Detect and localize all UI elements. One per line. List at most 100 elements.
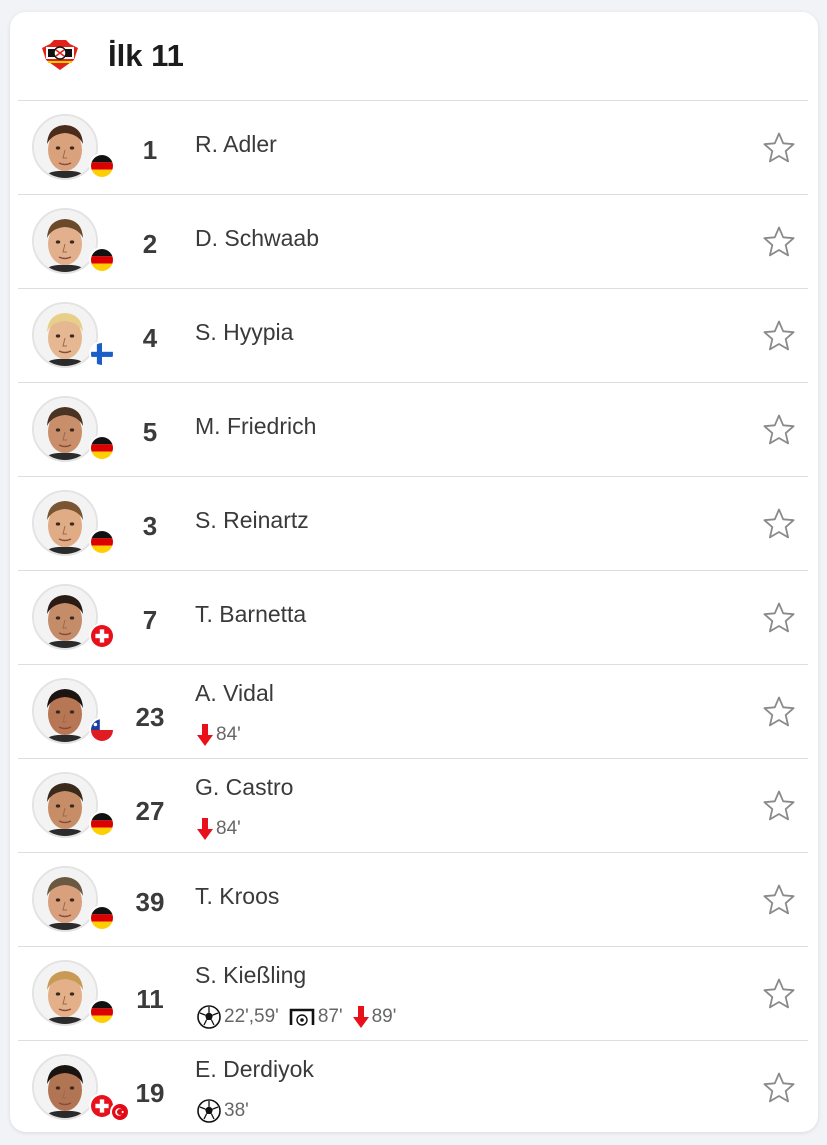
goal-ball-icon: [197, 1099, 221, 1123]
event-time: 84': [216, 724, 241, 745]
player-row[interactable]: 27 G. Castro 84': [18, 759, 808, 853]
player-photo: [32, 208, 115, 274]
favorite-star-icon[interactable]: [762, 601, 796, 635]
player-face-photo: [34, 962, 96, 1024]
favorite-star-icon[interactable]: [762, 413, 796, 447]
shirt-number: 2: [142, 229, 158, 259]
match-events: 38': [197, 1099, 255, 1123]
germany-flag-icon: [89, 811, 115, 837]
player-name[interactable]: S. Kießling: [195, 962, 306, 989]
lineup-header: İlk 11: [10, 12, 818, 100]
shirt-number: 23: [135, 702, 165, 732]
favorite-star-icon[interactable]: [762, 789, 796, 823]
match-events: 22',59' 87' 89': [197, 1005, 402, 1029]
event-time: 84': [216, 818, 241, 839]
favorite-star-icon[interactable]: [762, 977, 796, 1011]
event-time: 87': [317, 1006, 343, 1027]
player-face-photo: [34, 492, 96, 554]
player-name[interactable]: R. Adler: [195, 131, 277, 158]
shirt-number: 39: [135, 887, 165, 917]
player-row[interactable]: 1 R. Adler: [18, 101, 808, 195]
player-name[interactable]: M. Friedrich: [195, 413, 316, 440]
page-title: İlk 11: [108, 38, 184, 73]
finland-flag-icon: [89, 341, 115, 367]
goal-ball-icon: [197, 1005, 221, 1029]
match-event: 87': [289, 1006, 343, 1028]
player-photo: [32, 678, 115, 744]
favorite-star-icon[interactable]: [762, 695, 796, 729]
player-face-photo: [34, 680, 96, 742]
player-photo: [32, 490, 115, 556]
player-photo: [32, 302, 115, 368]
player-name[interactable]: E. Derdiyok: [195, 1056, 314, 1083]
shirt-number: 7: [142, 605, 158, 635]
player-row[interactable]: 2 D. Schwaab: [18, 195, 808, 289]
event-time: 38': [224, 1100, 249, 1121]
player-name[interactable]: T. Kroos: [195, 883, 279, 910]
shirt-number: 5: [142, 417, 158, 447]
shirt-number: 3: [142, 511, 158, 541]
player-face-photo: [34, 868, 96, 930]
player-row[interactable]: 11 S. Kießling 22',59' 87' 89': [18, 947, 808, 1041]
germany-flag-icon: [89, 435, 115, 461]
germany-flag-icon: [89, 905, 115, 931]
player-row[interactable]: 19 E. Derdiyok 38': [18, 1041, 808, 1132]
player-photo: [32, 396, 115, 462]
favorite-star-icon[interactable]: [762, 507, 796, 541]
player-name[interactable]: D. Schwaab: [195, 225, 319, 252]
player-row[interactable]: 7 T. Barnetta: [18, 571, 808, 665]
missed-penalty-goal-icon: [289, 1007, 315, 1027]
player-face-photo: [34, 304, 96, 366]
player-photo: [32, 584, 115, 650]
player-photo: [32, 772, 115, 838]
favorite-star-icon[interactable]: [762, 131, 796, 165]
match-event: 38': [197, 1099, 249, 1123]
chile-flag-icon: [89, 717, 115, 743]
player-name[interactable]: S. Hyypia: [195, 319, 293, 346]
player-row[interactable]: 4 S. Hyypia: [18, 289, 808, 383]
favorite-star-icon[interactable]: [762, 883, 796, 917]
germany-flag-icon: [89, 153, 115, 179]
germany-flag-icon: [89, 529, 115, 555]
player-row[interactable]: 5 M. Friedrich: [18, 383, 808, 477]
shirt-number: 1: [142, 135, 158, 165]
match-events: 84': [197, 817, 247, 841]
player-photo: [32, 866, 115, 932]
favorite-star-icon[interactable]: [762, 319, 796, 353]
event-time: 89': [371, 1006, 397, 1027]
match-event: 89': [352, 1005, 397, 1029]
favorite-star-icon[interactable]: [762, 225, 796, 259]
shirt-number: 4: [142, 323, 158, 353]
player-photo: [32, 960, 115, 1026]
player-photo: [32, 1054, 130, 1122]
match-events: 84': [197, 723, 247, 747]
lineup-card: İlk 11 1 R. Adler 2 D. Schwaab 4 S. Hyyp…: [10, 12, 818, 1132]
player-photo: [32, 114, 115, 180]
player-name[interactable]: T. Barnetta: [195, 601, 306, 628]
bayer-leverkusen-crest-icon: [42, 40, 78, 70]
player-name[interactable]: A. Vidal: [195, 680, 274, 707]
event-time: 22',59': [224, 1006, 279, 1027]
player-face-photo: [34, 116, 96, 178]
player-face-photo: [34, 774, 96, 836]
shirt-number: 11: [136, 984, 164, 1014]
match-event: 84': [197, 723, 241, 747]
sub-off-arrow-icon: [197, 817, 213, 841]
player-face-photo: [34, 586, 96, 648]
switzerland-flag-icon: [89, 623, 115, 649]
player-row[interactable]: 3 S. Reinartz: [18, 477, 808, 571]
player-row[interactable]: 39 T. Kroos: [18, 853, 808, 947]
favorite-star-icon[interactable]: [762, 1071, 796, 1105]
player-face-photo: [34, 210, 96, 272]
match-event: 84': [197, 817, 241, 841]
germany-flag-icon: [89, 999, 115, 1025]
player-face-photo: [34, 398, 96, 460]
match-event: 22',59': [197, 1005, 279, 1029]
sub-off-arrow-icon: [352, 1005, 369, 1029]
player-name[interactable]: G. Castro: [195, 774, 293, 801]
germany-flag-icon: [89, 247, 115, 273]
player-row[interactable]: 23 A. Vidal 84': [18, 665, 808, 759]
shirt-number: 27: [135, 796, 165, 826]
player-name[interactable]: S. Reinartz: [195, 507, 309, 534]
sub-off-arrow-icon: [197, 723, 213, 747]
